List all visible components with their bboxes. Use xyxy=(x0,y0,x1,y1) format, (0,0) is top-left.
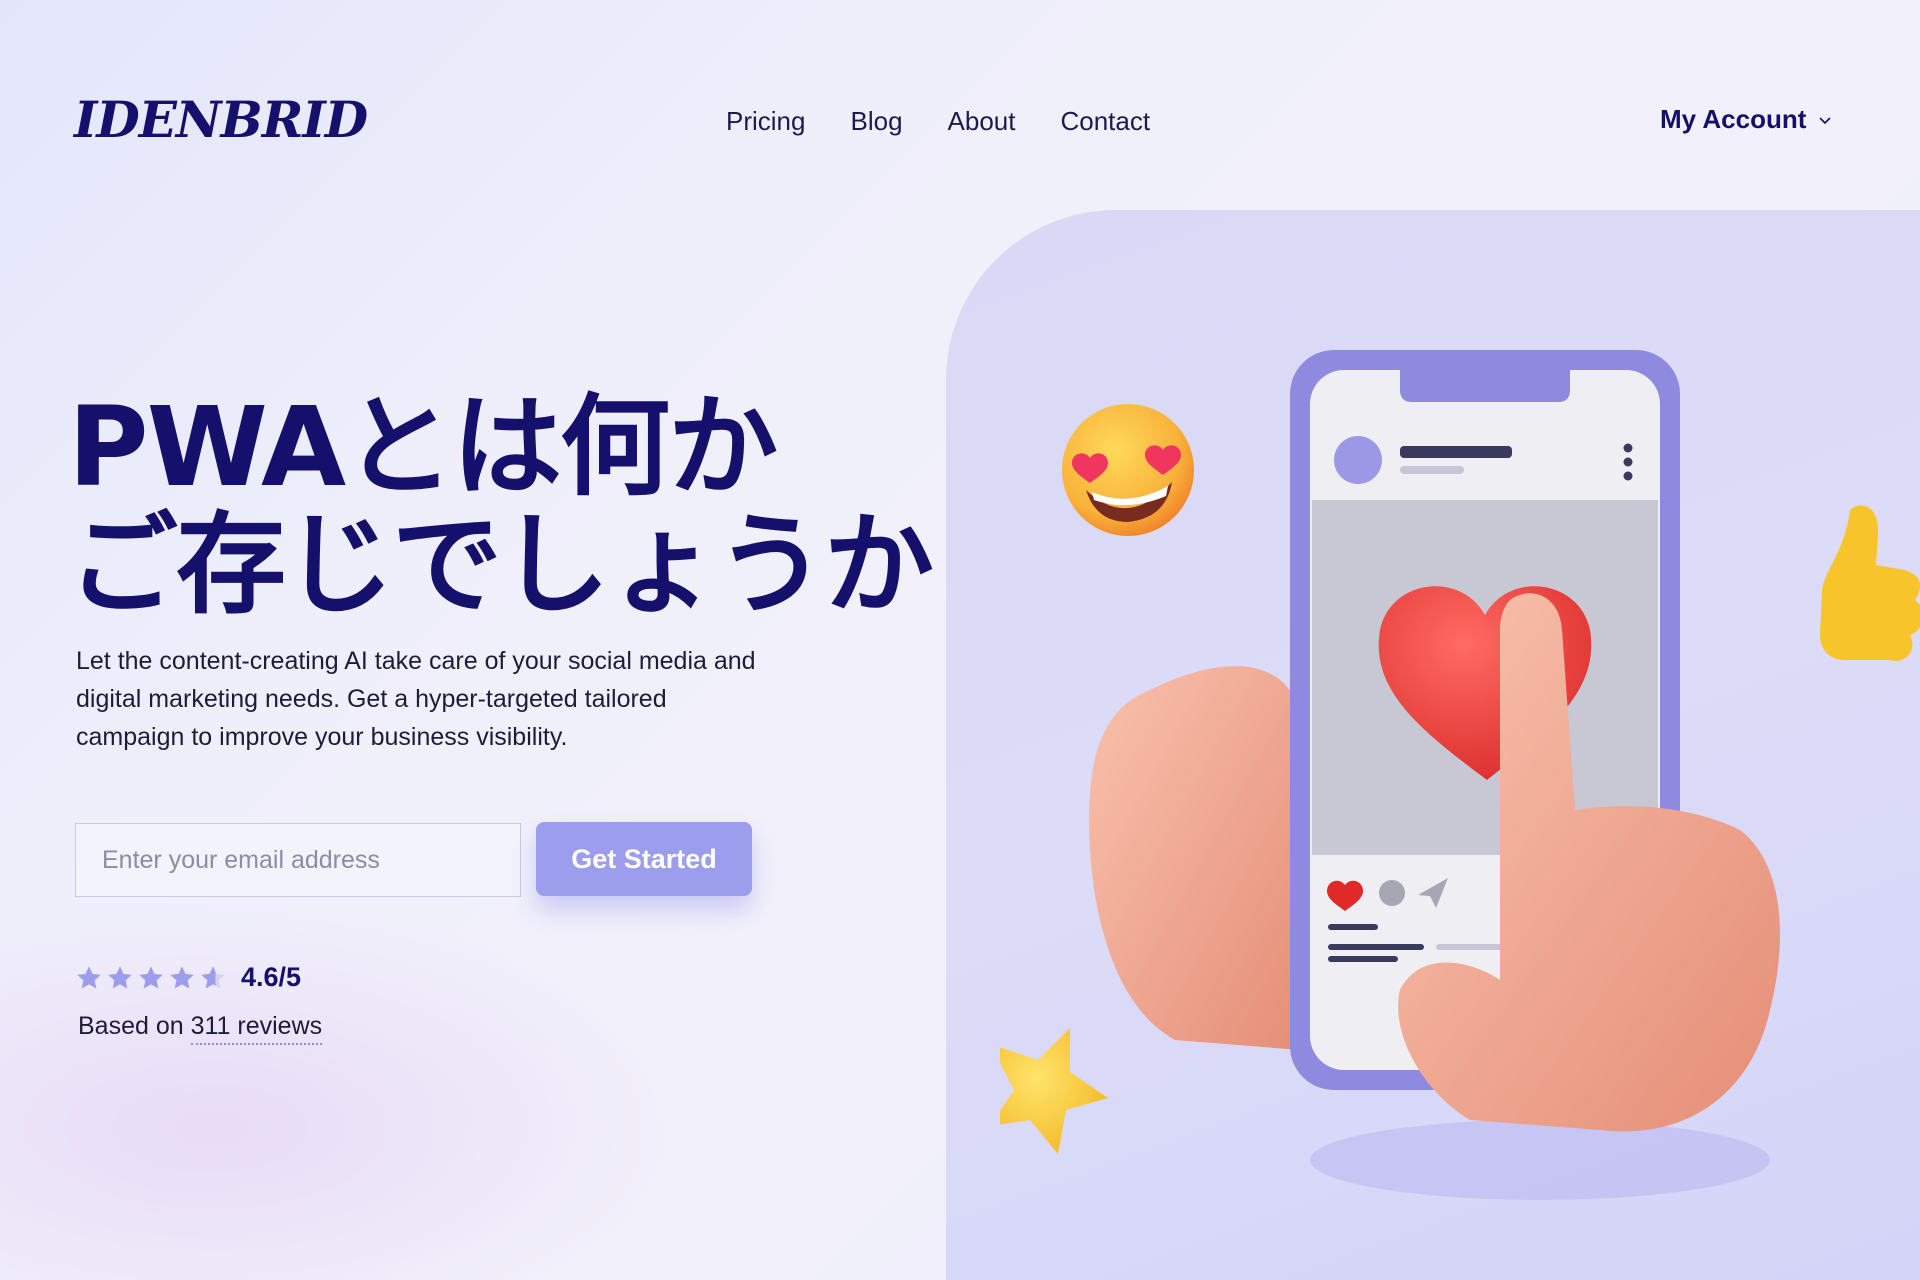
my-account-label: My Account xyxy=(1660,104,1807,134)
star-icon-full xyxy=(170,965,194,988)
star-decoration xyxy=(1000,1028,1108,1154)
reviews-count: Based on 311 reviews xyxy=(78,1012,323,1045)
star-icon-full xyxy=(77,965,101,988)
hero-illustration xyxy=(1000,350,1920,1200)
illustration-shadow xyxy=(1310,1120,1770,1200)
get-started-button[interactable]: Get Started xyxy=(536,822,752,896)
email-input[interactable] xyxy=(75,823,521,897)
background-glow xyxy=(0,900,700,1280)
rating-score: 4.6/5 xyxy=(241,962,302,992)
reviews-prefix: Based on xyxy=(78,1012,184,1040)
comment-icon xyxy=(1379,880,1405,906)
thumbs-up-emoji xyxy=(1820,505,1920,661)
left-hand xyxy=(1089,666,1300,1050)
main-nav: Pricing Blog About Contact xyxy=(726,106,1195,137)
chevron-down-icon xyxy=(1819,116,1831,124)
brand-logo[interactable]: IDENBRID xyxy=(74,90,368,149)
site-header: IDENBRID Pricing Blog About Contact My A… xyxy=(0,0,1920,200)
star-rating xyxy=(75,964,227,992)
nav-item-contact[interactable]: Contact xyxy=(1060,106,1150,137)
more-options-icon xyxy=(1623,443,1633,481)
hero-title-line-1: PWAとは何か xyxy=(68,383,778,511)
my-account-menu[interactable]: My Account xyxy=(1660,104,1832,135)
hero-description: Let the content-creating AI take care of… xyxy=(76,647,756,751)
hero-title: PWAとは何か ご存じでしょうか xyxy=(68,388,968,624)
nav-item-about[interactable]: About xyxy=(948,106,1016,137)
nav-item-blog[interactable]: Blog xyxy=(850,106,902,137)
star-icon-full xyxy=(139,965,163,988)
profile-avatar xyxy=(1334,436,1382,484)
star-icon-full xyxy=(108,965,132,988)
heart-eyes-emoji xyxy=(1062,404,1194,536)
rating-summary: 4.6/5 xyxy=(75,962,301,993)
reviews-link[interactable]: 311 reviews xyxy=(190,1012,323,1045)
nav-item-pricing[interactable]: Pricing xyxy=(726,106,805,137)
star-icon-partial xyxy=(201,965,225,988)
hero-title-line-2: ご存じでしょうか xyxy=(68,501,934,629)
